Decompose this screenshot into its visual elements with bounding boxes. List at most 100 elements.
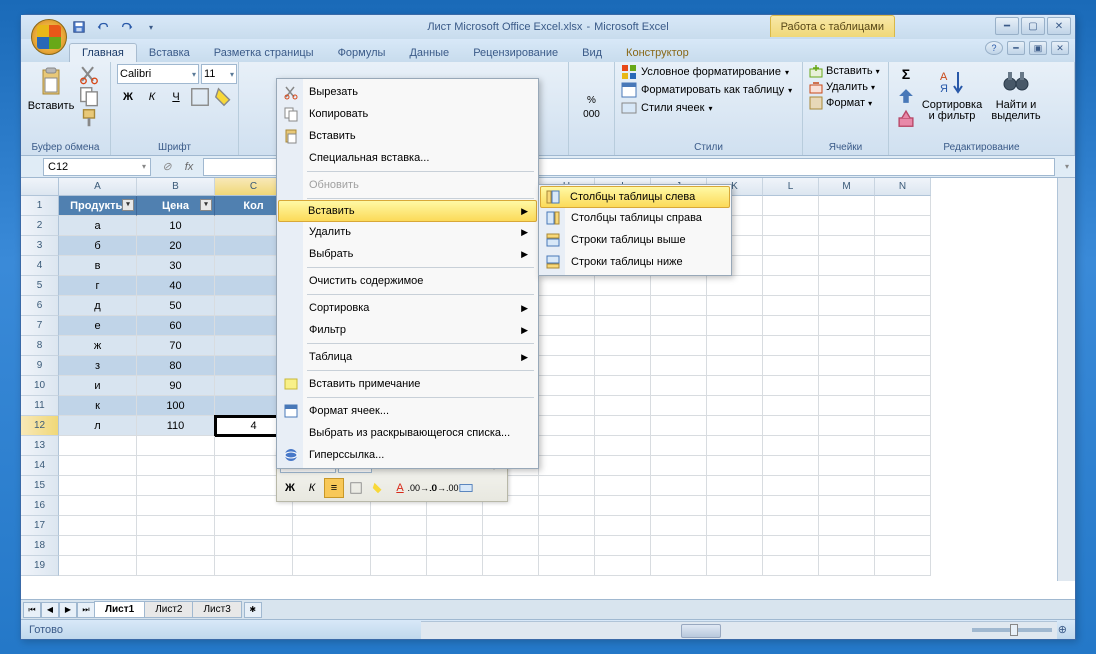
cell[interactable] xyxy=(651,336,707,356)
cell[interactable] xyxy=(651,356,707,376)
cell[interactable] xyxy=(875,396,931,416)
cell[interactable] xyxy=(293,556,371,576)
cell[interactable] xyxy=(819,356,875,376)
cell[interactable] xyxy=(707,276,763,296)
fx-icon[interactable]: fx xyxy=(179,158,199,176)
menu-item[interactable]: Вырезать xyxy=(279,81,536,103)
cell[interactable] xyxy=(539,336,595,356)
cell[interactable] xyxy=(763,196,819,216)
col-header-L[interactable]: L xyxy=(763,178,819,196)
cell[interactable] xyxy=(651,476,707,496)
cell[interactable] xyxy=(137,556,215,576)
cell[interactable] xyxy=(707,476,763,496)
cell[interactable] xyxy=(59,456,137,476)
center-align-mini-button[interactable]: ≡ xyxy=(324,478,344,498)
cell[interactable] xyxy=(595,536,651,556)
undo-icon[interactable] xyxy=(93,17,113,37)
menu-item[interactable]: Вставить примечание xyxy=(279,373,536,395)
close-button[interactable]: ✕ xyxy=(1047,17,1071,35)
doc-minimize-button[interactable]: ━ xyxy=(1007,41,1025,55)
cell[interactable]: 100 xyxy=(137,396,215,416)
menu-item[interactable]: Выбрать из раскрывающегося списка... xyxy=(279,422,536,444)
cell[interactable] xyxy=(539,316,595,336)
cell[interactable] xyxy=(819,216,875,236)
cell[interactable] xyxy=(763,316,819,336)
tab-Рецензирование[interactable]: Рецензирование xyxy=(461,44,570,62)
col-header-N[interactable]: N xyxy=(875,178,931,196)
cell[interactable] xyxy=(59,516,137,536)
first-sheet-button[interactable]: ⏮ xyxy=(23,602,41,618)
cell[interactable]: 40 xyxy=(137,276,215,296)
cell[interactable] xyxy=(651,536,707,556)
cell[interactable] xyxy=(595,476,651,496)
cell[interactable] xyxy=(819,396,875,416)
cell[interactable] xyxy=(651,316,707,336)
prev-sheet-button[interactable]: ◀ xyxy=(41,602,59,618)
cell[interactable]: б xyxy=(59,236,137,256)
row-header[interactable]: 8 xyxy=(21,336,59,356)
format-cells-button[interactable]: Формат▾ xyxy=(809,96,872,110)
select-all-corner[interactable] xyxy=(21,178,59,196)
cell[interactable] xyxy=(595,496,651,516)
cell[interactable] xyxy=(539,456,595,476)
copy-icon[interactable] xyxy=(78,86,100,106)
cell[interactable] xyxy=(707,316,763,336)
cell[interactable] xyxy=(875,496,931,516)
bold-button[interactable]: Ж xyxy=(117,87,139,107)
cell[interactable] xyxy=(763,416,819,436)
cell[interactable] xyxy=(539,416,595,436)
cell[interactable] xyxy=(651,496,707,516)
cell[interactable] xyxy=(137,436,215,456)
cell[interactable]: а xyxy=(59,216,137,236)
cell[interactable] xyxy=(483,516,539,536)
cell[interactable] xyxy=(539,496,595,516)
cell[interactable] xyxy=(707,536,763,556)
delete-cells-button[interactable]: Удалить▾ xyxy=(809,80,875,94)
cell[interactable]: к xyxy=(59,396,137,416)
cell[interactable] xyxy=(539,396,595,416)
cell[interactable] xyxy=(763,496,819,516)
row-header[interactable]: 1 xyxy=(21,196,59,216)
last-sheet-button[interactable]: ⏭ xyxy=(77,602,95,618)
cell[interactable] xyxy=(763,516,819,536)
cell[interactable] xyxy=(137,476,215,496)
cell[interactable] xyxy=(763,536,819,556)
name-box[interactable]: C12▾ xyxy=(43,158,151,176)
cell[interactable] xyxy=(875,336,931,356)
cell[interactable] xyxy=(483,536,539,556)
minimize-button[interactable]: ━ xyxy=(995,17,1019,35)
cell[interactable] xyxy=(595,376,651,396)
cell[interactable] xyxy=(539,436,595,456)
sort-filter-button[interactable]: АЯ Сортировка и фильтр xyxy=(920,64,984,124)
cell[interactable] xyxy=(595,456,651,476)
cell[interactable] xyxy=(595,296,651,316)
row-header[interactable]: 19 xyxy=(21,556,59,576)
row-header[interactable]: 6 xyxy=(21,296,59,316)
cell[interactable] xyxy=(595,516,651,536)
cell[interactable]: 50 xyxy=(137,296,215,316)
cell[interactable] xyxy=(651,556,707,576)
cell[interactable] xyxy=(137,536,215,556)
cut-icon[interactable] xyxy=(78,64,100,84)
cell[interactable] xyxy=(763,456,819,476)
cell[interactable] xyxy=(875,536,931,556)
cell[interactable] xyxy=(539,276,595,296)
menu-item[interactable]: Таблица▶ xyxy=(279,346,536,368)
merge-mini-icon[interactable] xyxy=(456,478,476,498)
cell[interactable] xyxy=(539,376,595,396)
bold-mini-button[interactable]: Ж xyxy=(280,478,300,498)
cell[interactable] xyxy=(595,416,651,436)
menu-item[interactable]: Выбрать▶ xyxy=(279,243,536,265)
cell[interactable]: в xyxy=(59,256,137,276)
cell[interactable] xyxy=(707,296,763,316)
row-header[interactable]: 11 xyxy=(21,396,59,416)
tab-Вид[interactable]: Вид xyxy=(570,44,614,62)
cell[interactable] xyxy=(875,516,931,536)
cell[interactable] xyxy=(875,356,931,376)
row-header[interactable]: 7 xyxy=(21,316,59,336)
paste-button[interactable]: Вставить xyxy=(27,64,75,114)
cell[interactable] xyxy=(763,356,819,376)
sheet-tab[interactable]: Лист3 xyxy=(192,601,241,618)
sheet-tab[interactable]: Лист1 xyxy=(94,601,145,618)
number-format[interactable]: 000 xyxy=(583,109,600,120)
